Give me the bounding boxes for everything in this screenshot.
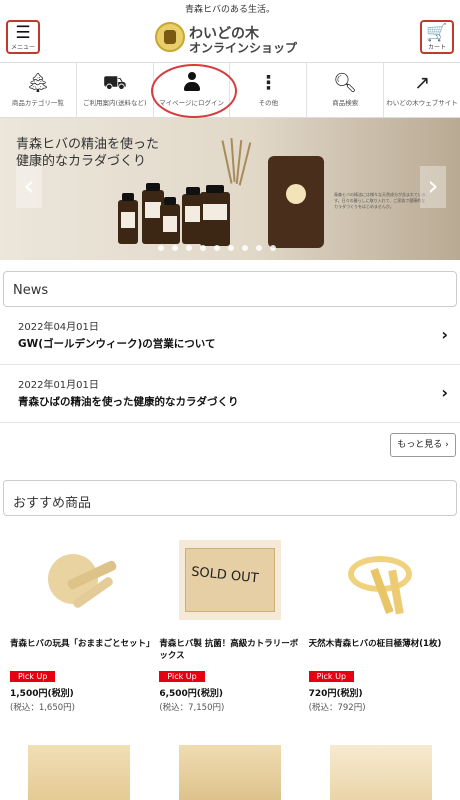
- reed-stick: [230, 137, 236, 183]
- menu-button-label: メニュー: [10, 44, 35, 51]
- product-image: SOLD OUT: [178, 540, 281, 620]
- product-name: 天然木青森ヒバの柾目極薄材(1枚): [308, 639, 442, 649]
- logo-line2: オンラインショップ: [189, 41, 298, 55]
- product-image: [328, 540, 431, 620]
- product-card[interactable]: 天然木青森ヒバの柾目極薄材(1枚) Pick Up 720円(税別) (税込：7…: [305, 540, 454, 713]
- news-date: 2022年01月01日: [18, 380, 99, 391]
- person-icon: [154, 72, 230, 94]
- banner-description: 青森ヒバの精油には様々な天然成分が含まれています。日々の暮らしに取り入れて、ご家…: [334, 192, 426, 209]
- banner-line1: 青森ヒバの精油を使った: [16, 137, 160, 152]
- carousel-dot[interactable]: [158, 245, 164, 251]
- news-item[interactable]: 2022年04月01日 GW(ゴールデンウィーク)の営業について ›: [0, 307, 460, 365]
- more-news-button[interactable]: もっと見る ›: [390, 433, 456, 457]
- carousel-dot[interactable]: [200, 245, 206, 251]
- search-icon: 🔍︎: [333, 72, 358, 94]
- product-price: 720円(税別): [308, 689, 363, 699]
- logo-icon: [155, 22, 185, 52]
- news-item[interactable]: 2022年01月01日 青森ひばの精油を使った健康的なカラダづくり ›: [0, 365, 460, 423]
- news-title: 青森ひばの精油を使った健康的なカラダづくり: [18, 396, 239, 408]
- news-title: GW(ゴールデンウィーク)の営業について: [18, 338, 216, 350]
- product-card[interactable]: 青森ヒバの玩具「おままごとセット」 Pick Up 1,500円(税別) (税込…: [6, 540, 155, 713]
- site-logo[interactable]: わいどの木 オンラインショップ: [155, 22, 305, 56]
- truck-icon: ⛟: [102, 72, 127, 94]
- site-header: ☰ メニュー わいどの木 オンラインショップ 🛒 カート: [0, 14, 460, 62]
- carousel-prev-button[interactable]: ‹: [16, 166, 42, 208]
- carousel-dot[interactable]: [228, 245, 234, 251]
- tree-icon: 🌲︎: [25, 72, 50, 94]
- carousel-dot[interactable]: [172, 245, 178, 251]
- cart-button[interactable]: 🛒 カート: [420, 20, 454, 54]
- product-grid: 青森ヒバの玩具「おままごとセット」 Pick Up 1,500円(税別) (税込…: [0, 540, 460, 713]
- product-price-tax: (税込：792円): [308, 703, 366, 713]
- news-date: 2022年04月01日: [18, 322, 99, 333]
- hero-carousel[interactable]: 青森ヒバの精油を使った 健康的なカラダづくり 青森ヒバの精油には様々な天然成分が…: [0, 118, 460, 260]
- nav-item-other[interactable]: ⋮ その他: [230, 63, 308, 117]
- product-name: 青森ヒバの玩具「おままごとセット」: [10, 639, 155, 649]
- recommend-heading: おすすめ商品: [3, 480, 457, 516]
- chevron-right-icon: ›: [441, 383, 448, 402]
- carousel-dot[interactable]: [186, 245, 192, 251]
- oil-bottle-image: [200, 185, 230, 246]
- nav-item-mypage-login[interactable]: マイページにログイン: [150, 63, 237, 118]
- banner-headline: 青森ヒバの精油を使った 健康的なカラダづくり: [16, 136, 159, 170]
- product-price-tax: (税込：1,650円): [10, 703, 75, 713]
- chevron-right-icon: ›: [441, 325, 448, 344]
- diffuser-image: [268, 156, 324, 248]
- nav-item-label: 商品検索: [332, 99, 359, 107]
- nav-item-categories[interactable]: 🌲︎ 商品カテゴリ一覧: [0, 63, 77, 117]
- carousel-dots: [158, 245, 276, 251]
- news-heading: News: [3, 271, 457, 307]
- product-name: 青森ヒバ製 抗菌！高級カトラリーボックス: [159, 639, 299, 661]
- carousel-dot[interactable]: [214, 245, 220, 251]
- nav-item-search[interactable]: 🔍︎ 商品検索: [307, 63, 385, 117]
- product-price: 6,500円(税別): [159, 689, 224, 699]
- product-image[interactable]: [179, 745, 281, 800]
- product-image[interactable]: [28, 745, 130, 800]
- product-price-tax: (税込：7,150円): [159, 703, 225, 713]
- product-price: 1,500円(税別): [10, 689, 74, 699]
- nav-item-guide[interactable]: ⛟ ご利用案内(送料など): [77, 63, 154, 117]
- cart-button-label: カート: [427, 44, 446, 51]
- main-nav: 🌲︎ 商品カテゴリ一覧 ⛟ ご利用案内(送料など) マイページにログイン ⋮ そ…: [0, 62, 460, 118]
- menu-button[interactable]: ☰ メニュー: [6, 20, 40, 54]
- product-card[interactable]: SOLD OUT 青森ヒバ製 抗菌！高級カトラリーボックス Pick Up 6,…: [155, 540, 304, 713]
- nav-item-label: わいどの木ウェブサイト: [386, 99, 458, 107]
- more-vertical-icon: ⋮: [258, 72, 278, 94]
- nav-item-label: マイページにログイン: [159, 99, 224, 107]
- product-row-next: [0, 745, 460, 800]
- cart-icon: 🛒: [426, 23, 448, 43]
- product-image: [29, 540, 132, 620]
- pickup-badge: Pick Up: [10, 671, 56, 682]
- nav-item-label: ご利用案内(送料など): [82, 99, 147, 107]
- pickup-badge: Pick Up: [308, 671, 355, 682]
- carousel-next-button[interactable]: ›: [420, 166, 446, 208]
- carousel-dot[interactable]: [256, 245, 262, 251]
- oil-bottle-image: [118, 193, 138, 244]
- nav-item-label: その他: [258, 99, 279, 107]
- hamburger-icon: ☰: [15, 23, 31, 43]
- product-image[interactable]: [330, 745, 432, 800]
- carousel-dot[interactable]: [270, 245, 276, 251]
- oil-bottle-image: [160, 197, 180, 244]
- more-news-label: もっと見る: [397, 440, 443, 450]
- nav-item-label: 商品カテゴリ一覧: [11, 99, 64, 107]
- nav-item-website[interactable]: ↗ わいどの木ウェブサイト: [384, 63, 460, 117]
- carousel-dot[interactable]: [242, 245, 248, 251]
- external-link-icon: ↗: [414, 72, 431, 94]
- pickup-badge: Pick Up: [159, 671, 205, 682]
